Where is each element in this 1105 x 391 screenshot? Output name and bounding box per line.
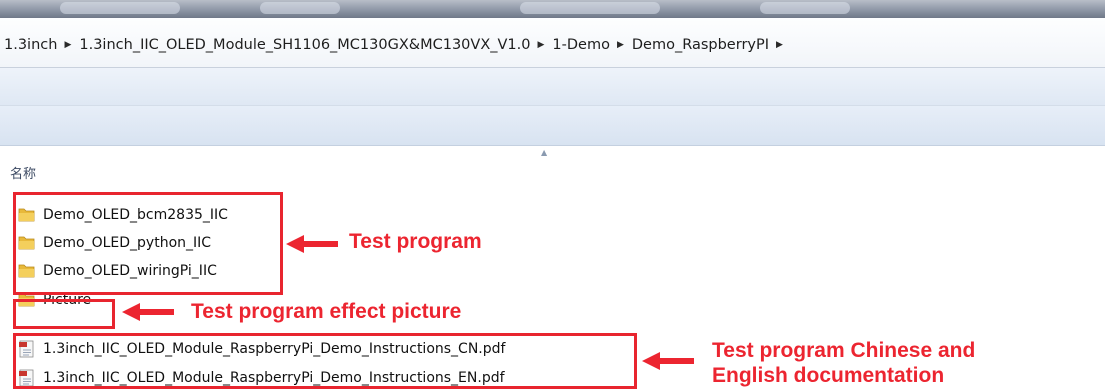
annotation-effect-picture: Test program effect picture bbox=[191, 300, 462, 323]
window-title-bar bbox=[0, 0, 1105, 18]
breadcrumb-item-raspberrypi[interactable]: Demo_RaspberryPI bbox=[632, 37, 769, 53]
command-bar bbox=[0, 68, 1105, 106]
arrow-left-icon bbox=[286, 235, 338, 253]
breadcrumb-separator-icon[interactable]: ▶ bbox=[776, 40, 783, 50]
breadcrumb-item-demo[interactable]: 1-Demo bbox=[552, 37, 610, 53]
highlight-box-picture bbox=[13, 299, 115, 329]
breadcrumb-separator-icon[interactable]: ▶ bbox=[617, 40, 624, 50]
breadcrumb: 1.3inch ▶ 1.3inch_IIC_OLED_Module_SH1106_M… bbox=[4, 37, 791, 53]
arrow-left-icon bbox=[122, 303, 174, 321]
annotation-documentation: Test program Chinese and English documen… bbox=[712, 338, 975, 388]
highlight-box-documentation bbox=[13, 333, 637, 389]
breadcrumb-item-1-3inch[interactable]: 1.3inch bbox=[4, 37, 57, 53]
highlight-box-test-programs bbox=[13, 192, 283, 295]
annotation-documentation-line1: Test program Chinese and bbox=[712, 339, 976, 362]
arrow-left-icon bbox=[642, 352, 694, 370]
sort-ascending-icon[interactable]: ▲ bbox=[541, 148, 547, 157]
command-bar-secondary bbox=[0, 106, 1105, 146]
column-header-name[interactable]: 名称 bbox=[10, 163, 36, 182]
breadcrumb-separator-icon[interactable]: ▶ bbox=[537, 40, 544, 50]
annotation-documentation-line2: English documentation bbox=[712, 364, 945, 387]
address-bar[interactable]: 1.3inch ▶ 1.3inch_IIC_OLED_Module_SH1106_M… bbox=[0, 18, 1105, 68]
breadcrumb-item-module[interactable]: 1.3inch_IIC_OLED_Module_SH1106_MC130GX&M… bbox=[79, 37, 530, 53]
breadcrumb-separator-icon[interactable]: ▶ bbox=[64, 40, 71, 50]
annotation-test-program: Test program bbox=[349, 230, 482, 253]
